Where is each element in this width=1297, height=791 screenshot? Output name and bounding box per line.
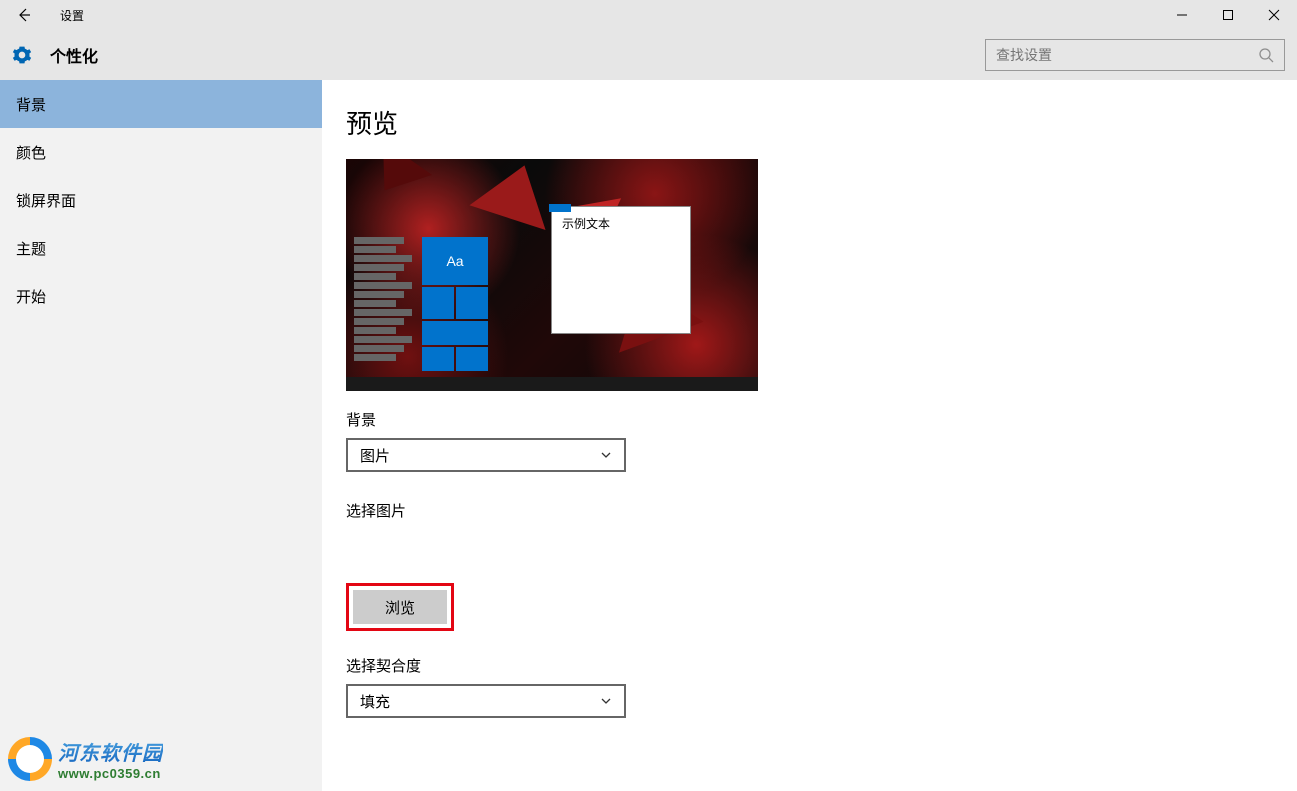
- choose-picture-label: 选择图片: [346, 500, 1273, 521]
- fit-dropdown-value: 填充: [360, 691, 390, 712]
- fit-label: 选择契合度: [346, 655, 1273, 676]
- close-icon: [1268, 9, 1280, 21]
- sidebar-item-start[interactable]: 开始: [0, 272, 322, 320]
- watermark-text-cn: 河东软件园: [58, 737, 163, 766]
- sidebar-item-background[interactable]: 背景: [0, 80, 322, 128]
- watermark-url: www.pc0359.cn: [58, 766, 163, 781]
- maximize-icon: [1222, 9, 1234, 21]
- browse-highlight: 浏览: [346, 583, 454, 631]
- search-icon: [1258, 47, 1274, 63]
- preview-heading: 预览: [346, 104, 1273, 141]
- titlebar: 设置: [0, 0, 1297, 30]
- background-label: 背景: [346, 409, 1273, 430]
- desktop-preview: Aa 示例文本: [346, 159, 758, 391]
- preview-start-menu: Aa: [354, 237, 492, 377]
- window-controls: [1159, 0, 1297, 30]
- back-button[interactable]: [0, 0, 48, 30]
- window-title: 设置: [60, 7, 84, 24]
- gear-icon: [12, 45, 32, 65]
- header-left: 个性化: [12, 43, 98, 67]
- content: 背景 颜色 锁屏界面 主题 开始 预览 Aa: [0, 80, 1297, 791]
- minimize-button[interactable]: [1159, 0, 1205, 30]
- titlebar-left: 设置: [0, 0, 84, 30]
- preview-tile-text: Aa: [422, 237, 488, 285]
- browse-button-label: 浏览: [385, 600, 415, 617]
- preview-sample-window: 示例文本: [551, 206, 691, 334]
- search-input[interactable]: [996, 47, 1256, 63]
- main: 预览 Aa 示例文本: [322, 80, 1297, 791]
- fit-dropdown[interactable]: 填充: [346, 684, 626, 718]
- background-dropdown-value: 图片: [360, 445, 390, 466]
- sidebar-item-themes[interactable]: 主题: [0, 224, 322, 272]
- arrow-left-icon: [16, 7, 32, 23]
- minimize-icon: [1176, 9, 1188, 21]
- sidebar-item-label: 颜色: [16, 142, 46, 163]
- sample-text: 示例文本: [552, 207, 690, 240]
- sidebar-item-label: 开始: [16, 286, 46, 307]
- sidebar-item-label: 主题: [16, 238, 46, 259]
- preview-taskbar: [346, 377, 758, 391]
- maximize-button[interactable]: [1205, 0, 1251, 30]
- sidebar-item-colors[interactable]: 颜色: [0, 128, 322, 176]
- page-title: 个性化: [50, 43, 98, 67]
- chevron-down-icon: [600, 449, 612, 461]
- search-box[interactable]: [985, 39, 1285, 71]
- chevron-down-icon: [600, 695, 612, 707]
- sidebar-item-label: 背景: [16, 94, 46, 115]
- watermark: 河东软件园 www.pc0359.cn: [8, 737, 163, 781]
- close-button[interactable]: [1251, 0, 1297, 30]
- watermark-logo-icon: [8, 737, 52, 781]
- sidebar-item-label: 锁屏界面: [16, 190, 76, 211]
- browse-button[interactable]: 浏览: [353, 590, 447, 624]
- sidebar-item-lockscreen[interactable]: 锁屏界面: [0, 176, 322, 224]
- sidebar: 背景 颜色 锁屏界面 主题 开始: [0, 80, 322, 791]
- background-dropdown[interactable]: 图片: [346, 438, 626, 472]
- header: 个性化: [0, 30, 1297, 80]
